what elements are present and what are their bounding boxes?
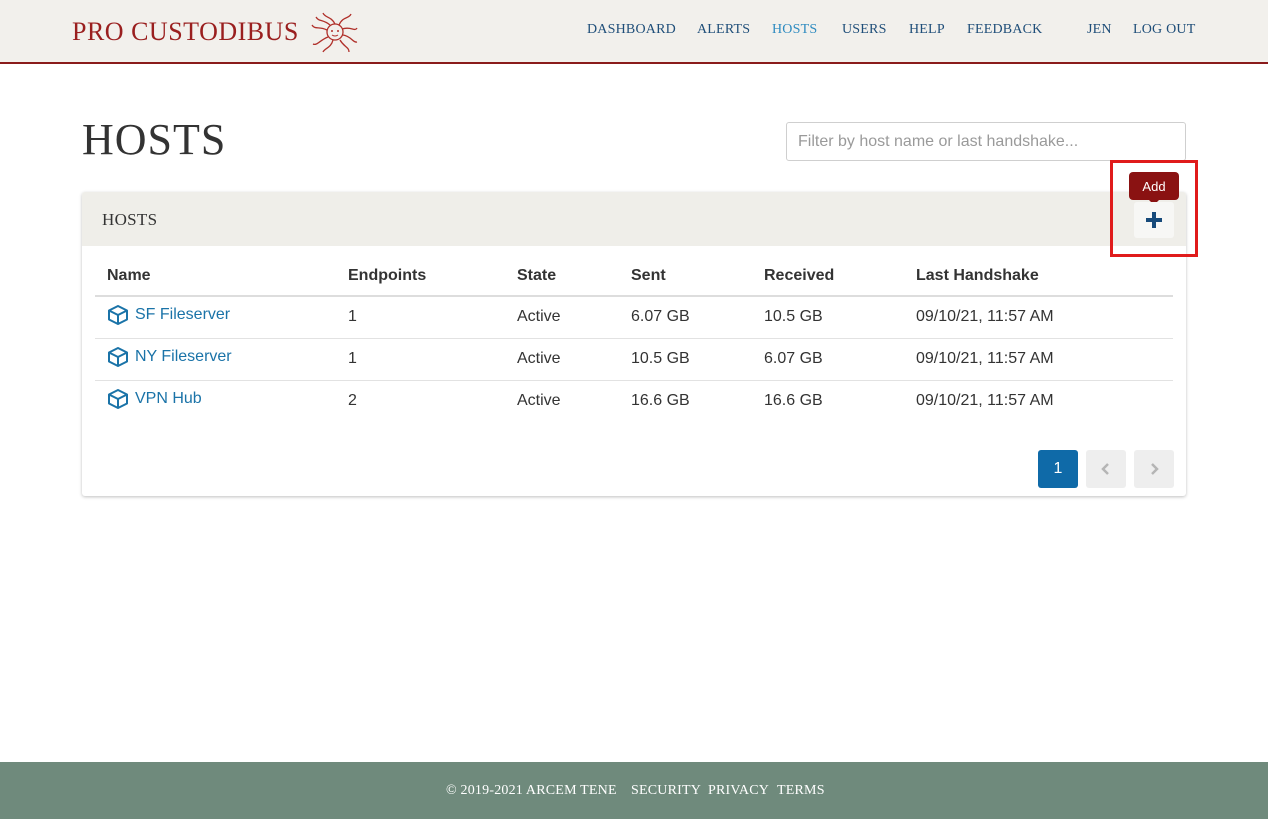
chevron-left-icon [1101,463,1109,475]
top-navbar: PRO CUSTODIBUS DASHBOARD ALERTS HOSTS US… [0,0,1268,64]
brand-name[interactable]: PRO CUSTODIBUS [72,17,299,47]
received-cell: 16.6 GB [764,392,823,410]
received-cell: 6.07 GB [752,338,904,381]
host-name-cell: VPN Hub [95,380,336,422]
hosts-table: Name Endpoints State Sent Received Last … [95,256,1173,422]
host-link[interactable]: VPN Hub [107,388,202,409]
nav-help[interactable]: HELP [909,22,945,38]
table-row: SF Fileserver 1 Active 6.07 GB 10.5 GB 0… [95,296,1173,339]
chevron-right-icon [1151,463,1159,475]
column-header-received[interactable]: Received [752,256,904,297]
column-header-state[interactable]: State [505,256,619,297]
host-link[interactable]: SF Fileserver [107,304,231,325]
sent-cell: 6.07 GB [619,296,752,339]
received-cell: 10.5 GB [752,296,904,339]
hosts-card: HOSTS Add Name Endpoints State Sent Rece… [82,172,1186,496]
endpoints-cell: 1 [336,296,505,339]
host-name-cell: NY Fileserver [95,338,336,381]
hosts-card-header: HOSTS Add [82,172,1186,246]
last-handshake-cell: 09/10/21, 11:57 AM [916,392,1054,410]
cube-icon [108,304,128,325]
table-row: VPN Hub 2 Active 16.6 GB 16.6 GB 09/10/2… [95,380,1173,422]
cube-icon [108,388,128,409]
nav-hosts[interactable]: HOSTS [772,22,817,38]
endpoints-cell: 1 [336,338,505,381]
nav-users[interactable]: USERS [842,22,887,38]
add-tooltip: Add [1129,172,1179,205]
page-title: HOSTS [82,115,227,164]
column-header-last-handshake[interactable]: Last Handshake [904,256,1173,297]
sent-cell: 16.6 GB [631,392,690,410]
nav-user-jen[interactable]: JEN [1087,22,1112,38]
hosts-card-title: HOSTS [102,210,158,229]
endpoints-cell: 2 [348,392,357,410]
sent-cell: 10.5 GB [619,338,752,381]
host-link[interactable]: NY Fileserver [107,346,232,367]
footer-link-security[interactable]: SECURITY [631,783,701,799]
footer-link-terms[interactable]: TERMS [777,783,825,799]
table-header-row: Name Endpoints State Sent Received Last … [95,256,1173,297]
nav-dashboard[interactable]: DASHBOARD [587,22,676,38]
plus-icon [1146,212,1162,228]
nav-logout[interactable]: LOG OUT [1133,22,1195,38]
nav-alerts[interactable]: ALERTS [697,22,750,38]
column-header-sent[interactable]: Sent [619,256,752,297]
footer: © 2019-2021 ARCEM TENE SECURITY PRIVACY … [0,762,1268,819]
filter-input[interactable] [786,122,1186,161]
cube-icon [108,346,128,367]
brand[interactable]: PRO CUSTODIBUS [72,10,359,54]
footer-link-privacy[interactable]: PRIVACY [708,783,769,799]
footer-copyright: © 2019-2021 ARCEM TENE [446,783,617,798]
host-name: VPN Hub [135,389,202,407]
host-name-cell: SF Fileserver [95,296,336,339]
add-host-button[interactable] [1134,202,1174,238]
pagination-next-button[interactable] [1134,450,1174,488]
host-name: SF Fileserver [135,305,231,323]
table-row: NY Fileserver 1 Active 10.5 GB 6.07 GB 0… [95,338,1173,381]
host-name: NY Fileserver [135,347,232,365]
last-handshake-cell: 09/10/21, 11:57 AM [904,296,1173,339]
column-header-endpoints[interactable]: Endpoints [336,256,505,297]
state-cell: Active [505,338,619,381]
nav-feedback[interactable]: FEEDBACK [967,22,1043,38]
state-cell: Active [505,296,619,339]
last-handshake-cell: 09/10/21, 11:57 AM [904,338,1173,381]
pagination-prev-button[interactable] [1086,450,1126,488]
state-cell: Active [517,392,561,410]
medusa-logo-icon [311,12,358,53]
column-header-name[interactable]: Name [95,256,336,297]
pagination-page-1[interactable]: 1 [1038,450,1078,488]
